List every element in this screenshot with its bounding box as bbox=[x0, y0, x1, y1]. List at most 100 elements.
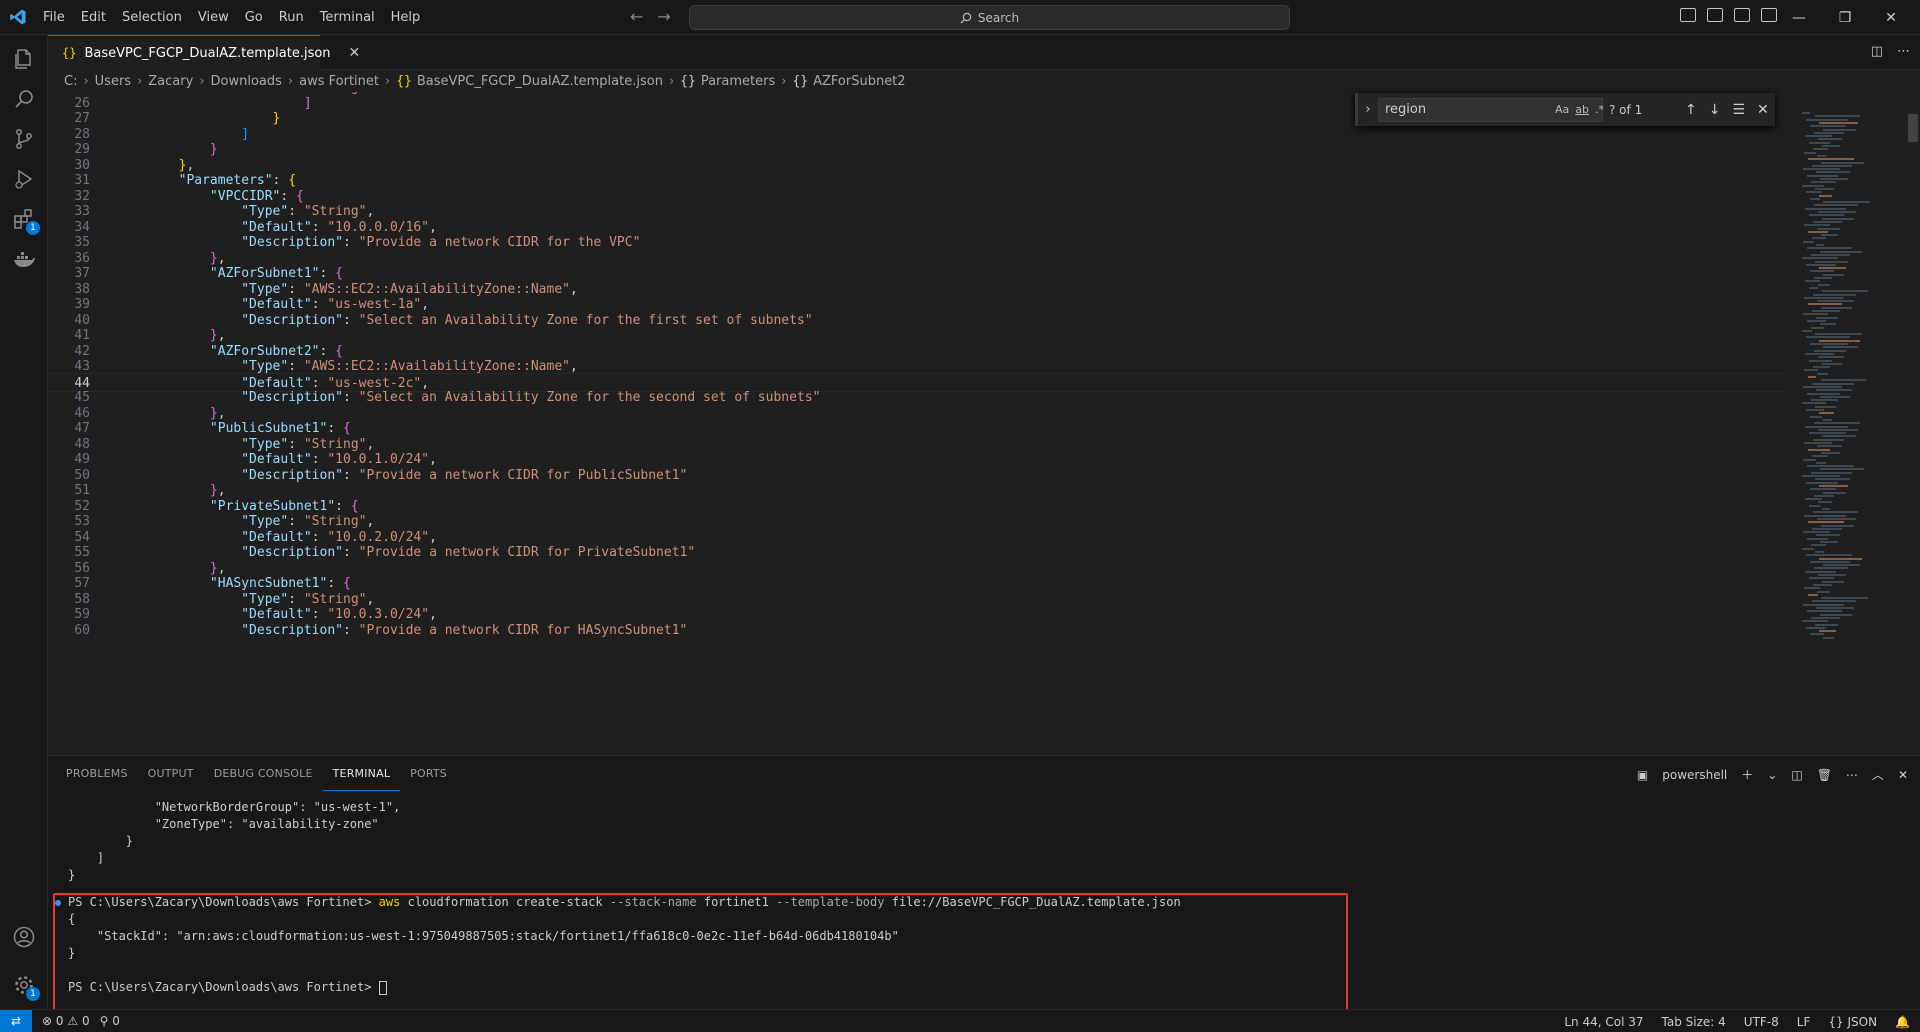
manage-gear-icon[interactable]: 1 bbox=[0, 961, 48, 1009]
menu-terminal[interactable]: Terminal bbox=[312, 0, 383, 35]
breadcrumb-users[interactable]: Users bbox=[95, 74, 131, 89]
find-input[interactable] bbox=[1385, 102, 1555, 117]
panel-tab-terminal[interactable]: TERMINAL bbox=[322, 756, 401, 791]
extensions-badge: 1 bbox=[26, 221, 40, 235]
close-panel-icon[interactable]: ✕ bbox=[1898, 768, 1908, 782]
minimap-line bbox=[1814, 494, 1834, 497]
menu-go[interactable]: Go bbox=[237, 0, 271, 35]
language-mode[interactable]: {} JSON bbox=[1828, 1015, 1877, 1029]
split-editor-icon[interactable]: ◫ bbox=[1871, 44, 1883, 59]
menu-selection[interactable]: Selection bbox=[114, 0, 190, 35]
back-arrow-icon[interactable]: ← bbox=[630, 7, 643, 26]
breadcrumb-azforsubnet2[interactable]: AZForSubnet2 bbox=[813, 74, 905, 89]
cursor-position[interactable]: Ln 44, Col 37 bbox=[1564, 1015, 1643, 1029]
editor-scrollbar[interactable] bbox=[1906, 92, 1920, 755]
remote-indicator-icon[interactable]: ⇄ bbox=[0, 1009, 32, 1032]
terminal-dropdown-icon[interactable]: ⌄ bbox=[1767, 768, 1777, 782]
maximize-panel-icon[interactable]: ︿ bbox=[1872, 766, 1884, 783]
breadcrumb-aws-fortinet[interactable]: aws Fortinet bbox=[299, 74, 379, 89]
command-center-search[interactable]: Search bbox=[689, 5, 1290, 30]
minimap-line bbox=[1823, 346, 1858, 349]
minimap-line bbox=[1820, 613, 1852, 616]
minimap-line bbox=[1822, 290, 1868, 293]
find-widget: › Aa ab .* ? of 1 ↑ ↓ ☰ ✕ bbox=[1355, 93, 1775, 126]
minimap-line bbox=[1806, 554, 1852, 557]
minimize-icon[interactable]: — bbox=[1776, 0, 1822, 35]
close-window-icon[interactable]: ✕ bbox=[1868, 0, 1914, 35]
terminal-output-line: } bbox=[68, 868, 76, 882]
minimap-line bbox=[1816, 316, 1838, 319]
panel-tab-debug-console[interactable]: DEBUG CONSOLE bbox=[204, 756, 323, 791]
minimap-line bbox=[1809, 141, 1830, 144]
more-actions-icon[interactable]: ⋯ bbox=[1897, 44, 1910, 59]
breadcrumb-file[interactable]: BaseVPC_FGCP_DualAZ.template.json bbox=[417, 74, 663, 89]
minimap-line bbox=[1808, 303, 1842, 306]
breadcrumb-parameters[interactable]: Parameters bbox=[701, 74, 775, 89]
ports-status[interactable]: ⚲ 0 bbox=[100, 1014, 120, 1028]
accounts-icon[interactable] bbox=[0, 913, 48, 961]
error-icon: ⊗ bbox=[42, 1014, 53, 1028]
minimap-line bbox=[1817, 517, 1856, 520]
toggle-replace-chevron-icon[interactable]: › bbox=[1358, 102, 1378, 117]
forward-arrow-icon[interactable]: → bbox=[657, 7, 670, 26]
minimap-line bbox=[1813, 438, 1844, 441]
menu-edit[interactable]: Edit bbox=[73, 0, 114, 35]
ports-icon: ⚲ bbox=[99, 1014, 109, 1028]
toggle-panel-icon[interactable] bbox=[1707, 8, 1723, 22]
minimap-line bbox=[1804, 151, 1816, 154]
customize-layout-icon[interactable] bbox=[1761, 8, 1777, 22]
minimap-line bbox=[1818, 356, 1844, 359]
match-case-icon[interactable]: Aa bbox=[1555, 103, 1569, 116]
minimap-line bbox=[1823, 201, 1870, 204]
minimap-line bbox=[1819, 267, 1846, 270]
menu-file[interactable]: File bbox=[35, 0, 73, 35]
minimap-line bbox=[1810, 343, 1848, 345]
end-of-line[interactable]: LF bbox=[1797, 1015, 1811, 1029]
previous-match-icon[interactable]: ↑ bbox=[1685, 102, 1697, 118]
minimap-line bbox=[1816, 171, 1850, 174]
more-panel-actions-icon[interactable]: ⋯ bbox=[1846, 768, 1858, 782]
terminal-shell-icon: ▣ bbox=[1636, 767, 1649, 782]
code-line[interactable]: 60 "Description": "Provide a network CID… bbox=[48, 621, 1788, 640]
restore-icon[interactable]: ❐ bbox=[1822, 0, 1868, 35]
panel-tab-output[interactable]: OUTPUT bbox=[138, 756, 204, 791]
find-in-selection-icon[interactable]: ☰ bbox=[1732, 102, 1745, 118]
breadcrumb-zacary[interactable]: Zacary bbox=[148, 74, 193, 89]
terminal-shell-name[interactable]: powershell bbox=[1662, 768, 1727, 782]
scrollbar-thumb[interactable] bbox=[1908, 114, 1918, 142]
docker-icon[interactable] bbox=[0, 235, 48, 283]
menu-run[interactable]: Run bbox=[271, 0, 312, 35]
toggle-primary-sidebar-icon[interactable] bbox=[1680, 8, 1696, 22]
toggle-secondary-sidebar-icon[interactable] bbox=[1734, 8, 1750, 22]
code-editor[interactable]: 25 "IgwAttachSubnet2"26 ]27 }28 ]29 }30 … bbox=[48, 92, 1920, 755]
close-tab-icon[interactable]: ✕ bbox=[349, 45, 361, 61]
minimap-line bbox=[1805, 135, 1832, 138]
next-match-icon[interactable]: ↓ bbox=[1709, 102, 1721, 118]
kill-terminal-trash-icon[interactable]: 🗑 bbox=[1817, 768, 1832, 782]
panel-tab-ports[interactable]: PORTS bbox=[400, 756, 457, 791]
new-terminal-icon[interactable]: ＋ bbox=[1741, 766, 1753, 783]
minimap-line bbox=[1816, 607, 1854, 609]
menu-view[interactable]: View bbox=[190, 0, 237, 35]
panel-tab-problems[interactable]: PROBLEMS bbox=[56, 756, 138, 791]
encoding[interactable]: UTF-8 bbox=[1744, 1015, 1779, 1029]
minimap-line bbox=[1817, 227, 1840, 230]
match-whole-word-icon[interactable]: ab bbox=[1575, 103, 1589, 116]
menu-help[interactable]: Help bbox=[383, 0, 429, 35]
minimap-line bbox=[1803, 603, 1844, 606]
breadcrumb-drive[interactable]: C: bbox=[64, 74, 77, 89]
split-terminal-icon[interactable]: ◫ bbox=[1791, 768, 1802, 782]
minimap[interactable] bbox=[1798, 92, 1902, 755]
use-regex-icon[interactable]: .* bbox=[1595, 103, 1604, 116]
notifications-bell-icon[interactable]: 🔔 bbox=[1895, 1015, 1910, 1029]
minimap-line bbox=[1803, 168, 1840, 171]
minimap-line bbox=[1815, 115, 1860, 118]
breadcrumb-downloads[interactable]: Downloads bbox=[211, 74, 282, 89]
close-find-icon[interactable]: ✕ bbox=[1757, 102, 1769, 118]
minimap-line bbox=[1810, 270, 1834, 273]
minimap-line bbox=[1802, 329, 1812, 332]
minimap-line bbox=[1814, 349, 1846, 352]
tab-basevpc-template[interactable]: {} BaseVPC_FGCP_DualAZ.template.json ✕ bbox=[48, 35, 360, 70]
tab-size[interactable]: Tab Size: 4 bbox=[1662, 1015, 1726, 1029]
problems-status[interactable]: ⊗ 0 ⚠ 0 bbox=[42, 1014, 90, 1028]
